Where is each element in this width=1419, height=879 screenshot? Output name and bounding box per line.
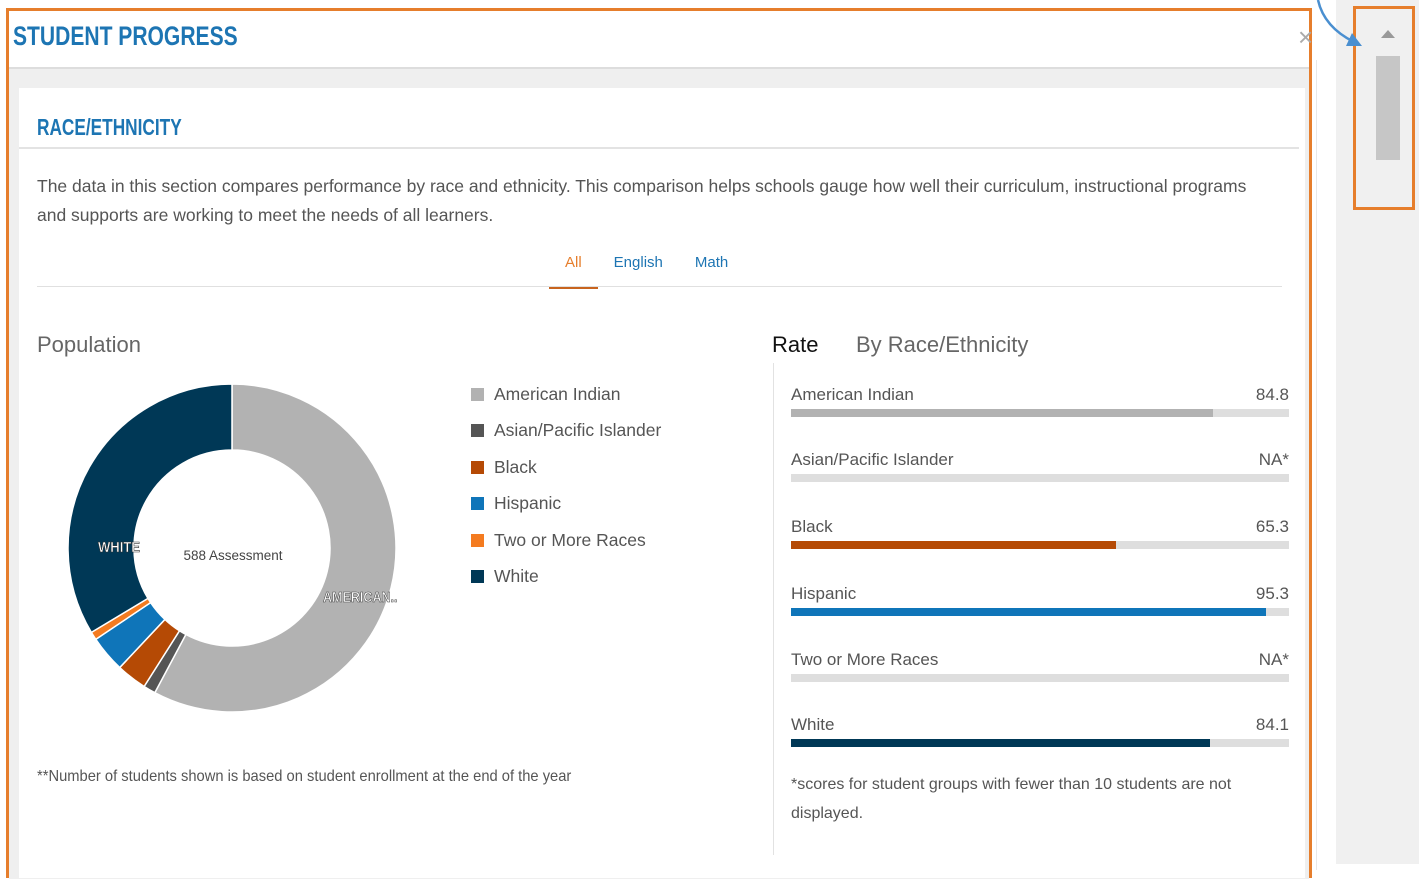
population-footnote: **Number of students shown is based on s… xyxy=(37,768,572,785)
tab-math[interactable]: Math xyxy=(679,248,744,286)
rate-bar-track xyxy=(791,474,1289,482)
rate-bar-fill xyxy=(791,608,1266,616)
race-ethnicity-panel: RACE/ETHNICITY The data in this section … xyxy=(19,88,1305,878)
slice-label-american-indian: AMERICAN... xyxy=(323,589,397,606)
population-donut-chart: 588 Assessment WHITE AMERICAN... xyxy=(67,383,397,713)
rate-row-american-indian: American Indian 84.8 xyxy=(791,385,1289,425)
rate-name: Black xyxy=(791,517,833,536)
rate-row-hispanic: Hispanic 95.3 xyxy=(791,584,1289,624)
rate-bar-fill xyxy=(791,409,1214,417)
tab-all[interactable]: All xyxy=(549,248,598,289)
modal-title: STUDENT PROGRESS xyxy=(13,21,238,51)
legend-label: American Indian xyxy=(494,383,621,404)
legend-item[interactable]: Black xyxy=(471,449,661,486)
donut-center-label: 588 Assessment xyxy=(183,548,282,563)
rate-value: 84.1 xyxy=(1255,715,1289,734)
rate-value: 84.8 xyxy=(1255,385,1289,404)
modal-header: STUDENT PROGRESS xyxy=(9,11,1309,69)
legend-item[interactable]: Two or More Races xyxy=(471,522,661,559)
rate-name: Hispanic xyxy=(791,584,857,603)
donut-slice-white[interactable] xyxy=(67,383,233,634)
rate-row-black: Black 65.3 xyxy=(791,517,1289,557)
callout-arrow-icon xyxy=(1316,0,1362,46)
rate-value: NA* xyxy=(1258,450,1289,469)
rate-row-asian-pacific-islander: Asian/Pacific Islander NA* xyxy=(791,450,1289,490)
legend-swatch xyxy=(471,533,484,547)
background-page-edge xyxy=(1316,60,1337,870)
legend-swatch xyxy=(471,424,484,438)
section-divider xyxy=(19,147,1299,149)
section-intro: The data in this section compares perfor… xyxy=(37,176,1247,225)
rate-name: White xyxy=(791,715,835,734)
rate-name: American Indian xyxy=(791,385,914,404)
student-progress-modal: STUDENT PROGRESS RACE/ETHNICITY The data… xyxy=(6,8,1312,879)
legend-item[interactable]: White xyxy=(471,559,661,596)
population-legend: American Indian Asian/Pacific Islander B… xyxy=(471,376,661,595)
legend-item[interactable]: Hispanic xyxy=(471,486,661,523)
rate-value: 95.3 xyxy=(1255,584,1289,603)
legend-swatch xyxy=(471,497,484,511)
rate-row-white: White 84.1 xyxy=(791,715,1289,755)
rate-row-two-or-more-races: Two or More Races NA* xyxy=(791,650,1289,690)
legend-label: Two or More Races xyxy=(494,529,646,550)
rate-name: Two or More Races xyxy=(791,650,939,669)
legend-label: Hispanic xyxy=(494,493,562,514)
rate-value: NA* xyxy=(1258,650,1289,669)
rate-bar-track xyxy=(791,409,1289,417)
legend-swatch xyxy=(471,460,484,474)
rate-footnote: *scores for student groups with fewer th… xyxy=(791,776,1232,822)
rate-divider xyxy=(773,363,774,855)
legend-item[interactable]: Asian/Pacific Islander xyxy=(471,413,661,450)
legend-label: Black xyxy=(494,456,537,477)
population-heading: Population xyxy=(37,332,141,357)
rate-label: Rate xyxy=(772,332,819,357)
section-title: RACE/ETHNICITY xyxy=(37,114,182,140)
legend-label: White xyxy=(494,566,539,587)
tab-english[interactable]: English xyxy=(598,248,679,286)
rate-bar-fill xyxy=(791,739,1210,747)
legend-label: Asian/Pacific Islander xyxy=(494,420,662,441)
rate-heading: By Race/Ethnicity xyxy=(856,332,1029,357)
subject-tabs: All English Math xyxy=(549,248,744,289)
rate-bar-fill xyxy=(791,541,1117,549)
close-icon[interactable]: × xyxy=(1298,22,1313,53)
rate-bar-track xyxy=(791,608,1289,616)
slice-label-white: WHITE xyxy=(98,539,140,556)
rate-bar-track xyxy=(791,739,1289,747)
rate-value: 65.3 xyxy=(1255,517,1289,536)
rate-bar-track xyxy=(791,541,1289,549)
legend-swatch xyxy=(471,570,484,584)
rate-name: Asian/Pacific Islander xyxy=(791,450,954,469)
rate-bar-track xyxy=(791,674,1289,682)
legend-item[interactable]: American Indian xyxy=(471,376,661,413)
tabs-divider xyxy=(37,286,1282,287)
legend-swatch xyxy=(471,387,484,401)
